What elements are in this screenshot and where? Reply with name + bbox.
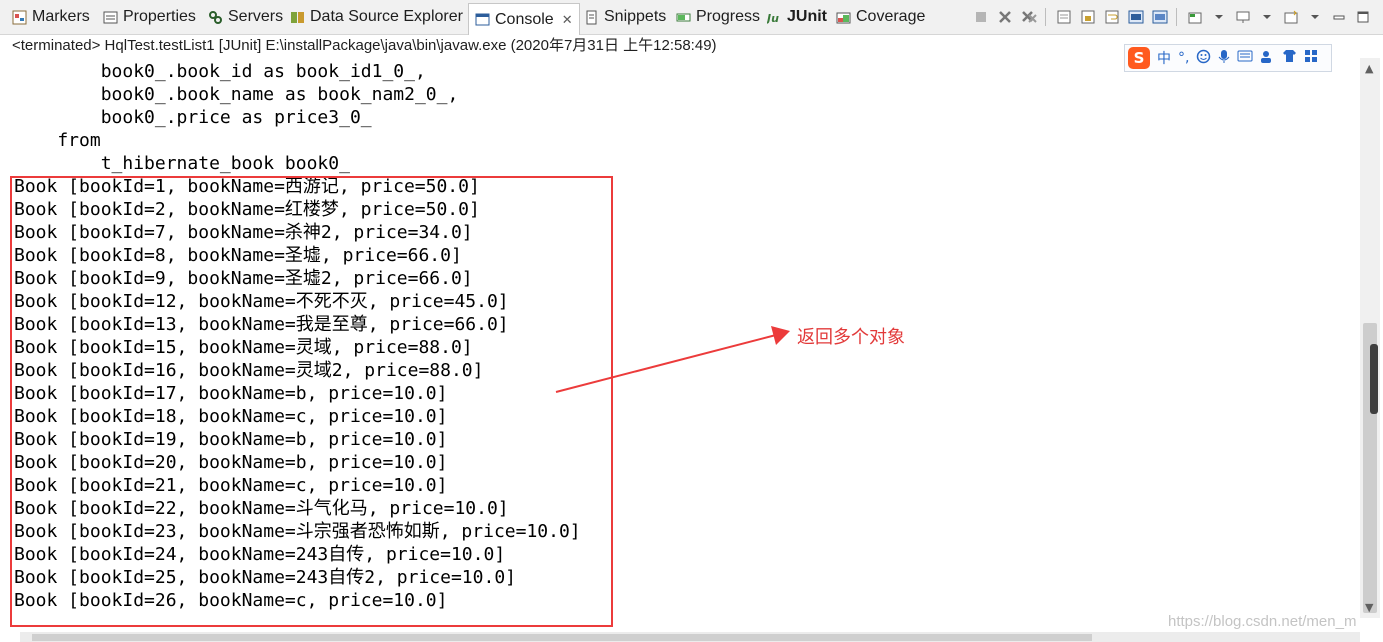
toolbar-separator <box>1045 8 1046 26</box>
console-line: book0_.book_id as book_id1_0_, <box>14 61 426 82</box>
console-line: book0_.price as price3_0_ <box>14 107 372 128</box>
markers-icon <box>12 10 27 25</box>
emoji-icon[interactable] <box>1196 49 1211 68</box>
tab-label: Console <box>495 10 554 28</box>
tab-snippets[interactable]: Snippets <box>584 4 666 30</box>
horizontal-scrollbar[interactable] <box>20 632 1360 642</box>
skin-shirt-icon[interactable] <box>1282 49 1297 67</box>
tab-progress[interactable]: Progress <box>676 4 760 30</box>
chevron-down-icon[interactable] <box>1257 7 1277 27</box>
snippets-icon <box>584 10 599 25</box>
tab-label: JUnit <box>787 8 827 25</box>
properties-icon <box>103 10 118 25</box>
view-tab-bar: Markers Properties Servers Data Source E… <box>0 0 1383 35</box>
toolbar-separator <box>1176 8 1177 26</box>
display-selected-console-icon[interactable] <box>1185 7 1205 27</box>
ime-mode-toggle[interactable]: 中 <box>1157 48 1171 68</box>
new-console-icon[interactable] <box>1281 7 1301 27</box>
coverage-icon <box>836 10 851 25</box>
console-icon <box>475 12 490 27</box>
console-line: t_hibernate_book book0_ <box>14 153 350 174</box>
microphone-icon[interactable] <box>1218 49 1230 68</box>
junit-icon: Ju <box>765 10 782 25</box>
clear-console-icon[interactable] <box>1054 7 1074 27</box>
tab-label: Properties <box>123 8 196 25</box>
tab-properties[interactable]: Properties <box>103 4 196 30</box>
tab-servers[interactable]: Servers <box>208 4 283 30</box>
tab-label: Markers <box>32 8 90 25</box>
tab-data-source-explorer[interactable]: Data Source Explorer <box>290 4 463 30</box>
tab-coverage[interactable]: Coverage <box>836 4 925 30</box>
vertical-scrollbar[interactable]: ▲ ▼ <box>1360 58 1380 618</box>
chevron-down-icon[interactable] <box>1305 7 1325 27</box>
toolbox-grid-icon[interactable] <box>1304 49 1318 67</box>
terminate-icon[interactable] <box>971 7 991 27</box>
remove-launch-icon[interactable] <box>995 7 1015 27</box>
maximize-icon[interactable] <box>1353 7 1373 27</box>
progress-icon <box>676 10 691 25</box>
chevron-down-icon[interactable] <box>1209 7 1229 27</box>
monitor-icon[interactable] <box>1233 7 1253 27</box>
scroll-down-icon[interactable]: ▼ <box>1365 601 1373 614</box>
tab-label: Coverage <box>856 8 926 25</box>
console-toolbar <box>967 6 1373 28</box>
ime-punctuation-toggle[interactable]: °, <box>1178 50 1189 66</box>
watermark: https://blog.csdn.net/men_m <box>1168 613 1357 630</box>
scroll-lock-icon[interactable] <box>1078 7 1098 27</box>
pin-console-icon[interactable] <box>1126 7 1146 27</box>
sogou-logo-icon[interactable]: S <box>1128 47 1150 69</box>
tab-label: Servers <box>228 8 284 25</box>
tab-console[interactable]: Console ✕ <box>468 3 580 35</box>
keyboard-icon[interactable] <box>1237 50 1253 66</box>
horizontal-scroll-thumb[interactable] <box>32 634 1092 641</box>
close-icon[interactable]: ✕ <box>562 12 573 28</box>
minimize-icon[interactable] <box>1329 7 1349 27</box>
launch-status: <terminated> HqlTest.testList1 [JUnit] E… <box>12 37 717 54</box>
tab-label: Snippets <box>604 8 667 25</box>
servers-icon <box>208 10 223 25</box>
word-wrap-icon[interactable] <box>1102 7 1122 27</box>
open-console-display-icon[interactable] <box>1150 7 1170 27</box>
user-icon[interactable] <box>1260 49 1275 68</box>
console-line: from <box>14 130 101 151</box>
ime-toolbar: S 中 °, <box>1124 44 1332 72</box>
console-line: book0_.book_name as book_nam2_0_, <box>14 84 459 105</box>
annotation-box <box>10 176 613 627</box>
data-source-icon <box>290 10 305 25</box>
svg-text:Ju: Ju <box>767 12 779 25</box>
overview-ruler-grip[interactable] <box>1370 344 1378 414</box>
annotation-label: 返回多个对象 <box>797 327 905 348</box>
tab-label: Data Source Explorer <box>310 8 463 25</box>
tab-junit[interactable]: Ju JUnit <box>765 4 827 30</box>
tab-markers[interactable]: Markers <box>12 4 90 30</box>
tab-label: Progress <box>696 8 761 25</box>
scroll-up-icon[interactable]: ▲ <box>1365 62 1373 75</box>
remove-all-icon[interactable] <box>1019 7 1039 27</box>
